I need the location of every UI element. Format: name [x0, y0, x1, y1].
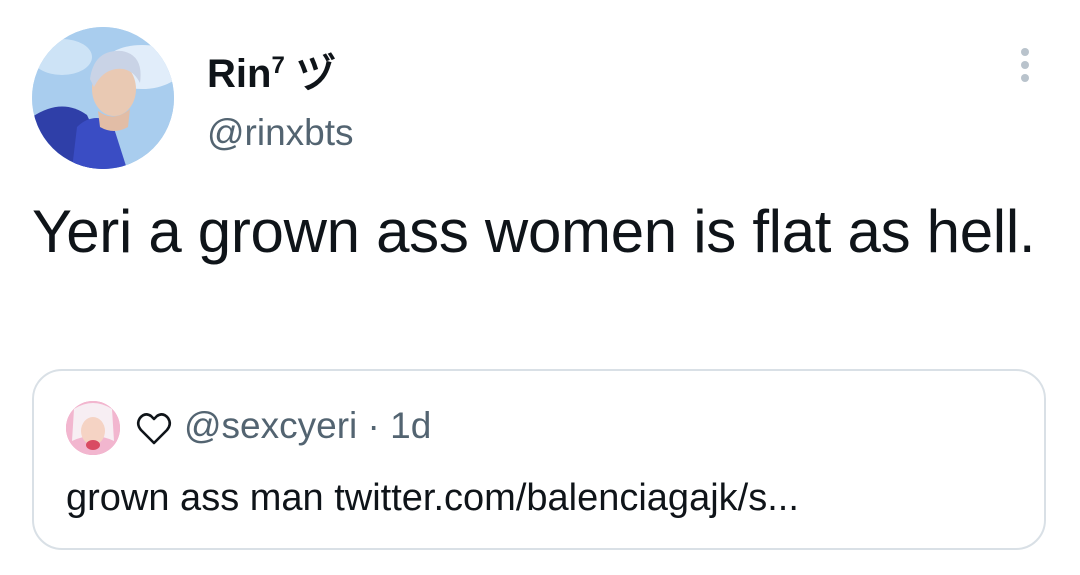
quoted-handle[interactable]: @sexcyeri [184, 405, 357, 446]
tweet-text: Yeri a grown ass women is flat as hell. [32, 198, 1036, 265]
quoted-meta: @sexcyeri · 1d [184, 403, 431, 449]
more-options-icon[interactable] [1010, 48, 1040, 88]
quoted-author-avatar[interactable] [66, 401, 120, 455]
heart-outline-icon [134, 409, 174, 449]
author-display-name[interactable]: Rin7 ヅ [207, 40, 336, 100]
quoted-separator: · [367, 405, 380, 446]
tweet-card: Rin7 ヅ @rinxbts Yeri a grown ass women i… [0, 0, 1080, 575]
author-avatar[interactable] [32, 27, 174, 169]
display-name-superscript: 7 [271, 52, 285, 79]
display-name-suffix: ヅ [295, 52, 336, 96]
author-handle[interactable]: @rinxbts [207, 110, 354, 156]
display-name-text: Rin [207, 52, 272, 96]
quoted-time[interactable]: 1d [390, 405, 431, 446]
quoted-tweet[interactable]: @sexcyeri · 1d grown ass man twitter.com… [32, 369, 1046, 550]
quoted-tweet-text: grown ass man twitter.com/balenciagajk/s… [66, 477, 799, 519]
